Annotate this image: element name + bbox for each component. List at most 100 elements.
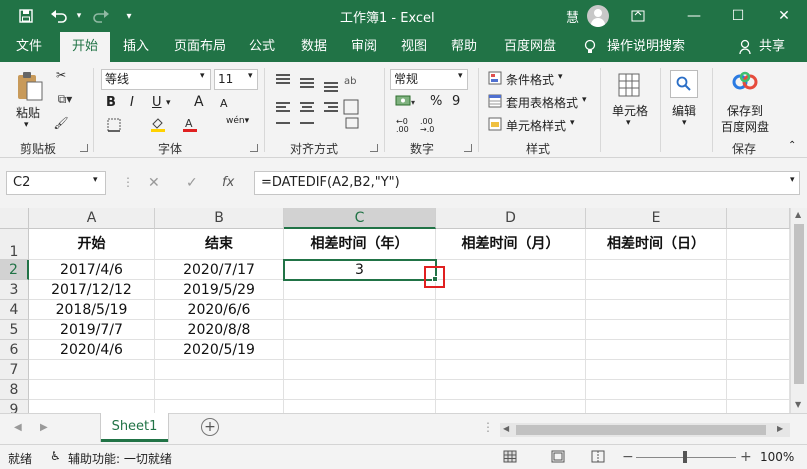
scroll-right-icon[interactable]: ▶ <box>777 424 783 433</box>
cell-d4[interactable] <box>436 300 586 320</box>
underline-dropdown-icon[interactable]: ▾ <box>166 98 171 108</box>
save-to-baidu-line2[interactable]: 百度网盘 <box>721 118 769 135</box>
cell-f1[interactable] <box>727 229 790 260</box>
cell-f2[interactable] <box>727 260 790 280</box>
baidu-netdisk-icon[interactable] <box>730 70 760 97</box>
cell-a5[interactable]: 2019/7/7 <box>29 320 155 340</box>
cell-c7[interactable] <box>284 360 436 380</box>
expand-formula-bar-icon[interactable]: ▾ <box>790 175 795 185</box>
cell-d7[interactable] <box>436 360 586 380</box>
add-sheet-icon[interactable]: + <box>201 418 219 436</box>
format-painter-icon[interactable]: 🖌 <box>52 116 70 130</box>
format-as-table-button[interactable]: 套用表格格式 <box>506 94 578 111</box>
increase-decimal-icon[interactable]: ←0.00 <box>396 118 409 134</box>
scroll-up-icon[interactable]: ▲ <box>795 210 801 219</box>
column-header-b[interactable]: B <box>155 208 284 229</box>
share-icon[interactable] <box>738 32 754 62</box>
cell-d3[interactable] <box>436 280 586 300</box>
row-header-9[interactable]: 9 <box>0 400 29 413</box>
cell-b6[interactable]: 2020/5/19 <box>155 340 284 360</box>
sheet-tab-sheet1[interactable]: Sheet1 <box>101 413 168 442</box>
tab-page-layout[interactable]: 页面布局 <box>168 32 232 62</box>
next-sheet-icon[interactable]: ▶ <box>40 422 48 433</box>
customize-quick-access-icon[interactable]: ▾ <box>120 0 138 32</box>
enter-entry-icon[interactable]: ✓ <box>186 175 198 191</box>
tab-data[interactable]: 数据 <box>294 32 334 62</box>
tab-baidu-netdisk[interactable]: 百度网盘 <box>498 32 562 62</box>
zoom-out-icon[interactable]: − <box>622 449 634 465</box>
cell-c6[interactable] <box>284 340 436 360</box>
user-name[interactable]: 慧 <box>566 7 579 26</box>
cell-f3[interactable] <box>727 280 790 300</box>
column-header-e[interactable]: E <box>586 208 727 229</box>
bold-button[interactable]: B <box>106 95 116 110</box>
cell-b5[interactable]: 2020/8/8 <box>155 320 284 340</box>
conditional-formatting-dropdown-icon[interactable]: ▾ <box>558 72 563 82</box>
tab-home[interactable]: 开始 <box>60 32 110 62</box>
zoom-level[interactable]: 100% <box>760 450 794 464</box>
cell-e7[interactable] <box>586 360 727 380</box>
format-as-table-icon[interactable] <box>488 94 502 111</box>
column-header-f[interactable] <box>727 208 790 229</box>
cell-e5[interactable] <box>586 320 727 340</box>
editing-button[interactable]: 编辑 <box>672 102 696 119</box>
number-dialog-launcher[interactable] <box>464 144 472 152</box>
row-header-6[interactable]: 6 <box>0 340 29 360</box>
number-format-dropdown-icon[interactable]: ▾ <box>458 71 463 81</box>
accessibility-icon[interactable]: ♿ <box>50 449 61 463</box>
decrease-decimal-icon[interactable]: .00 →.0 <box>420 118 434 134</box>
scroll-down-icon[interactable]: ▼ <box>795 400 801 409</box>
tab-file[interactable]: 文件 <box>10 32 48 62</box>
select-all-corner[interactable] <box>0 208 29 229</box>
cell-a8[interactable] <box>29 380 155 400</box>
ribbon-display-options-icon[interactable] <box>620 0 656 32</box>
cell-a6[interactable]: 2020/4/6 <box>29 340 155 360</box>
normal-view-icon[interactable] <box>502 450 518 466</box>
number-format-box[interactable]: 常规 <box>390 69 468 90</box>
fill-color-icon[interactable] <box>148 116 168 135</box>
minimize-icon[interactable]: — <box>676 0 712 32</box>
alignment-dialog-launcher[interactable] <box>370 144 378 152</box>
tab-review[interactable]: 审阅 <box>344 32 384 62</box>
cell-c8[interactable] <box>284 380 436 400</box>
cell-c4[interactable] <box>284 300 436 320</box>
font-name-dropdown-icon[interactable]: ▾ <box>200 71 205 81</box>
share-button[interactable]: 共享 <box>756 32 788 62</box>
cell-f6[interactable] <box>727 340 790 360</box>
cell-e6[interactable] <box>586 340 727 360</box>
tell-me-search[interactable]: 操作说明搜索 <box>604 32 688 62</box>
column-header-a[interactable]: A <box>29 208 155 229</box>
undo-icon[interactable] <box>44 0 74 32</box>
cell-b1[interactable]: 结束 <box>155 229 284 260</box>
cell-a3[interactable]: 2017/12/12 <box>29 280 155 300</box>
cell-b8[interactable] <box>155 380 284 400</box>
row-header-5[interactable]: 5 <box>0 320 29 340</box>
row-header-1[interactable]: 1 <box>0 229 29 260</box>
editing-dropdown-icon[interactable]: ▾ <box>682 118 687 128</box>
underline-button[interactable]: U <box>152 95 162 110</box>
name-box-dropdown-icon[interactable]: ▾ <box>93 175 98 185</box>
cell-f5[interactable] <box>727 320 790 340</box>
cells-dropdown-icon[interactable]: ▾ <box>626 118 631 128</box>
cancel-entry-icon[interactable]: ✕ <box>148 175 160 191</box>
cell-c3[interactable] <box>284 280 436 300</box>
cell-e8[interactable] <box>586 380 727 400</box>
name-box[interactable]: C2 <box>6 171 106 195</box>
comma-style-button[interactable]: 9 <box>452 94 460 109</box>
cell-a2[interactable]: 2017/4/6 <box>29 260 155 280</box>
cell-a1[interactable]: 开始 <box>29 229 155 260</box>
cell-d8[interactable] <box>436 380 586 400</box>
shrink-font-button[interactable]: A <box>220 97 228 110</box>
horizontal-scrollbar[interactable]: ◀ ▶ <box>500 423 790 437</box>
cell-e2[interactable] <box>586 260 727 280</box>
cells-icon[interactable] <box>616 72 642 101</box>
maximize-icon[interactable]: ☐ <box>720 0 756 32</box>
cells-button[interactable]: 单元格 <box>612 102 648 119</box>
tab-insert[interactable]: 插入 <box>116 32 156 62</box>
collapse-ribbon-icon[interactable]: ⌃ <box>788 140 796 151</box>
cell-a7[interactable] <box>29 360 155 380</box>
redo-icon[interactable] <box>88 0 114 32</box>
search-icon[interactable] <box>670 70 698 98</box>
cell-styles-dropdown-icon[interactable]: ▾ <box>570 118 575 128</box>
formula-input[interactable]: =DATEDIF(A2,B2,"Y") <box>254 171 800 195</box>
